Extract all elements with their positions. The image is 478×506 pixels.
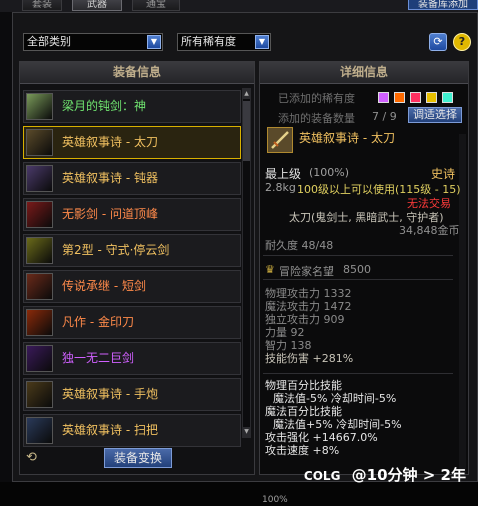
bottom-bar: 100% <box>0 482 478 506</box>
list-item[interactable]: 凡作 - 金印刀 <box>23 306 241 339</box>
equipment-list-title: 装备信息 <box>20 62 254 84</box>
weapon-icon <box>26 93 53 120</box>
bottom-percent: 100% <box>262 495 288 505</box>
watermark: COLG @10分钟 > 2年 <box>304 464 466 485</box>
list-item-label: 凡作 - 金印刀 <box>62 315 134 329</box>
item-durability: 耐久度 48/48 <box>265 239 334 252</box>
watermark-text: @10分钟 > 2年 <box>351 466 466 484</box>
weapon-icon <box>26 381 53 408</box>
category-select-value: 全部类别 <box>27 35 71 48</box>
item-price: 34,848金币 <box>399 224 460 237</box>
list-scrollbar[interactable]: ▲ ▼ <box>242 88 251 438</box>
rarity-select-value: 所有稀有度 <box>181 35 236 48</box>
list-item[interactable]: 第2型 - 守式·停云剑 <box>23 234 241 267</box>
list-item-label: 第2型 - 守式·停云剑 <box>62 243 170 257</box>
item-name: 英雄叙事诗 - 太刀 <box>299 131 395 145</box>
list-item-label: 独一无二巨剑 <box>62 351 135 365</box>
weapon-icon <box>26 237 53 264</box>
sword-icon <box>267 127 293 153</box>
scroll-down-icon[interactable]: ▼ <box>243 427 250 437</box>
stat-line: 技能伤害 +281% <box>265 352 354 365</box>
weapon-icon <box>26 273 53 300</box>
scroll-up-icon[interactable]: ▲ <box>243 89 250 99</box>
rarity-swatch[interactable] <box>378 92 389 103</box>
list-item[interactable]: 英雄叙事诗 - 钝器 <box>23 162 241 195</box>
item-rarity: 史诗 <box>431 167 456 181</box>
sword-icon-graphic <box>271 131 289 149</box>
rarity-swatch[interactable] <box>442 92 453 103</box>
add-library-button[interactable]: 装备库添加 <box>408 0 478 10</box>
weapon-icon <box>26 417 53 444</box>
list-item-label: 无影剑 - 问道顶峰 <box>62 207 158 221</box>
list-item-label: 梁月的钝剑：神 <box>62 99 147 113</box>
equipment-list-panel: 装备信息 梁月的钝剑：神 英雄叙事诗 - 太刀 英雄叙事诗 - 钝器 无影剑 - 问道… <box>19 61 255 475</box>
chevron-down-icon: ▼ <box>147 35 161 49</box>
list-item[interactable]: 传说承继 - 短剑 <box>23 270 241 303</box>
equipment-swap-button[interactable]: 装备变换 <box>104 448 172 468</box>
list-item[interactable]: 英雄叙事诗 - 手炮 <box>23 378 241 411</box>
rarity-swatch[interactable] <box>426 92 437 103</box>
list-item[interactable]: 梁月的钝剑：神 <box>23 90 241 123</box>
rarity-added-label: 已添加的稀有度 <box>278 92 355 105</box>
list-item[interactable]: 英雄叙事诗 - 扫把 <box>23 414 241 447</box>
weapon-icon <box>26 345 53 372</box>
list-item-label: 传说承继 - 短剑 <box>62 279 146 293</box>
scroll-thumb[interactable] <box>243 101 250 161</box>
item-tooltip: 英雄叙事诗 - 太刀 最上级 (100%) 史诗 2.8kg 100级以上可以使… <box>263 125 461 475</box>
tab-set[interactable]: 套装 <box>22 0 62 11</box>
list-item-label: 英雄叙事诗 - 太刀 <box>62 135 158 149</box>
weapon-icon <box>26 165 53 192</box>
adventurer-fame-label: 冒险家名望 <box>279 265 334 278</box>
tab-treasure[interactable]: 通宝 <box>132 0 180 11</box>
list-item[interactable]: 无影剑 - 问道顶峰 <box>23 198 241 231</box>
rarity-select[interactable]: 所有稀有度 ▼ <box>177 33 271 51</box>
list-item-label: 英雄叙事诗 - 手炮 <box>62 387 158 401</box>
adventurer-fame-value: 8500 <box>343 263 371 276</box>
chevron-down-icon: ▼ <box>255 35 269 49</box>
added-count-value: 7 / 9 <box>372 110 397 123</box>
detail-title: 详细信息 <box>260 62 468 84</box>
refresh-icon[interactable]: ⟳ <box>429 33 447 51</box>
weapon-icon <box>26 201 53 228</box>
list-item[interactable]: 独一无二巨剑 <box>23 342 241 375</box>
help-icon[interactable]: ? <box>453 33 471 51</box>
reset-icon[interactable]: ⟲ <box>26 450 37 465</box>
item-grade-pct: (100%) <box>309 166 350 179</box>
list-item[interactable]: 英雄叙事诗 - 太刀 <box>23 126 241 159</box>
added-count-label: 添加的装备数量 <box>278 112 355 125</box>
rarity-swatch[interactable] <box>410 92 421 103</box>
weapon-icon <box>26 309 53 336</box>
item-weight: 2.8kg <box>265 181 296 194</box>
weapon-icon <box>26 129 53 156</box>
list-item-label: 英雄叙事诗 - 钝器 <box>62 171 158 185</box>
tab-weapon[interactable]: 武器 <box>72 0 122 11</box>
equipment-window: 全部类别 ▼ 所有稀有度 ▼ ⟳ ? 装备信息 梁月的钝剑：神 英雄叙事诗 - 太… <box>12 12 478 482</box>
category-select[interactable]: 全部类别 ▼ <box>23 33 163 51</box>
fame-icon: ♛ <box>265 263 275 276</box>
item-grade: 最上级 <box>265 167 302 181</box>
effect-line: 攻击速度 +8% <box>265 444 340 457</box>
colg-logo: COLG <box>303 469 341 483</box>
adjust-selection-button[interactable]: 调适选择 <box>408 107 462 123</box>
divider <box>263 373 453 374</box>
rarity-swatch[interactable] <box>394 92 405 103</box>
divider <box>263 279 453 280</box>
divider <box>263 255 453 256</box>
list-item-label: 英雄叙事诗 - 扫把 <box>62 423 158 437</box>
top-tab-bar: 套装 武器 通宝 装备库添加 <box>0 0 478 12</box>
